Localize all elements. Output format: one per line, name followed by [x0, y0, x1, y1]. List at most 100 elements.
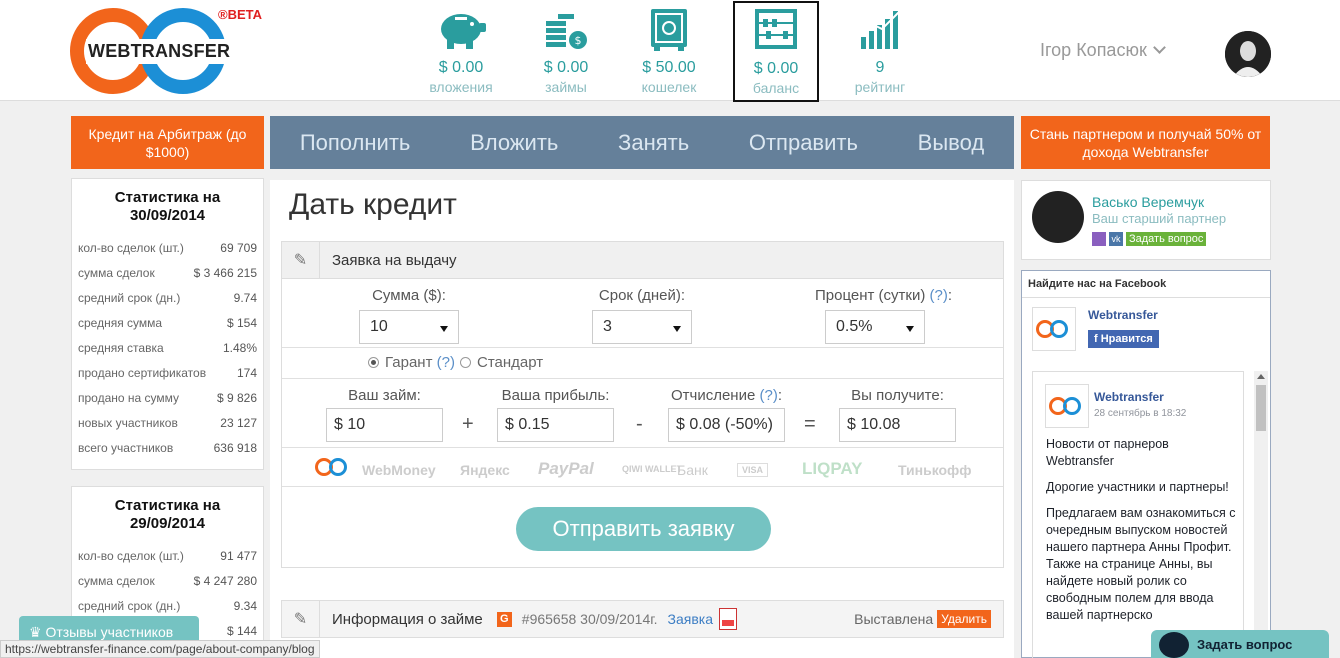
investments-value: $ 0.00 [438, 59, 484, 76]
guarant-help-link[interactable]: (?) [437, 354, 455, 371]
user-name: Ігор Копасюк [1040, 40, 1147, 60]
paypal-logo: PayPal [538, 459, 594, 478]
balance-label: баланс [752, 80, 800, 96]
avatar-photo [1225, 31, 1271, 77]
user-avatar[interactable] [1225, 31, 1271, 77]
scroll-up-arrow[interactable] [1257, 374, 1265, 379]
nav-send[interactable]: Отправить [749, 130, 858, 156]
safe-icon [651, 9, 687, 51]
fb-icon: f [1094, 333, 1101, 345]
receive-group: Вы получите: $ 10.08 [839, 387, 956, 442]
fb-post-author[interactable]: Webtransfer [1094, 390, 1164, 404]
wallet-label: кошелек [641, 79, 697, 95]
logo-text: WEBTRANSFER [86, 39, 233, 64]
main-content: Дать кредит ✎ Заявка на выдачу Сумма ($)… [270, 180, 1014, 658]
abacus-icon [755, 9, 797, 49]
ask-question-chat-button[interactable]: Задать вопрос [1151, 630, 1329, 658]
delete-button[interactable]: Удалить [937, 610, 991, 628]
crown-icon: ♛ [29, 624, 46, 640]
stats-row: всего участников 636 918 [78, 441, 257, 455]
stats-row: новых участников 23 127 [78, 416, 257, 430]
fb-like-button[interactable]: f Нравится [1088, 330, 1159, 348]
amount-select[interactable]: 10 [359, 310, 459, 344]
stat-rating[interactable]: 9 рейтинг [835, 5, 925, 95]
rate-group: Процент (сутки) (?): 0.5% [815, 287, 952, 344]
stat-loans[interactable]: $ $ 0.00 займы [521, 5, 611, 95]
stat-balance[interactable]: $ 0.00 баланс [733, 1, 819, 102]
nav-deposit[interactable]: Пополнить [300, 130, 411, 156]
arbitrage-credit-button[interactable]: Кредит на Арбитраж (до $1000) [71, 116, 264, 169]
fb-post-logo[interactable] [1045, 384, 1089, 428]
stats-row: сумма сделок $ 3 466 215 [78, 266, 257, 280]
panel-title: Заявка на выдачу [332, 251, 457, 269]
browser-status-url: https://webtransfer-finance.com/page/abo… [0, 640, 320, 658]
panel-header: ✎ Заявка на выдачу [282, 241, 1003, 279]
minus-sign: - [636, 413, 643, 435]
user-menu[interactable]: Ігор Копасюк [1040, 40, 1166, 61]
stats-panel-1: Статистика на 30/09/2014 кол-во сделок (… [71, 178, 264, 470]
liqpay-logo: LIQPAY [802, 459, 863, 478]
fb-post-date[interactable]: 28 сентябрь в 18:32 [1094, 408, 1186, 419]
fb-scrollbar[interactable] [1254, 371, 1268, 658]
term-select[interactable]: 3 [592, 310, 692, 344]
coins-icon: $ [546, 14, 587, 49]
arbitrage-credit-label: Кредит на Арбитраж (до $1000) [88, 126, 247, 160]
tinkoff-logo: Тинькофф [898, 462, 972, 478]
fee-help-link[interactable]: (?) [760, 387, 778, 404]
partner-name[interactable]: Васько Веремчук [1092, 194, 1204, 210]
profit-field[interactable]: $ 0.15 [497, 408, 614, 442]
webtransfer-logo[interactable]: WEBTRANSFER ®BETA [70, 6, 270, 96]
stats-row: средняя сумма $ 154 [78, 316, 257, 330]
fb-page-logo[interactable] [1032, 307, 1076, 351]
yandex-logo: Яндекс [460, 462, 510, 478]
balance-value: $ 0.00 [753, 60, 799, 77]
senior-partner-card: Васько Веремчук Ваш старший партнер vk З… [1021, 180, 1271, 260]
investments-label: вложения [429, 79, 493, 95]
partner-avatar[interactable] [1032, 191, 1084, 243]
nav-borrow[interactable]: Занять [618, 130, 689, 156]
stats-row: кол-во сделок (шт.) 69 709 [78, 241, 257, 255]
nav-withdraw[interactable]: Вывод [918, 130, 985, 156]
radio-standard[interactable]: Стандарт [460, 354, 543, 371]
bank-logo: Банк [677, 462, 708, 478]
receive-label: Вы получите: [851, 387, 944, 404]
mail-icon[interactable] [1092, 232, 1106, 246]
pdf-icon[interactable] [719, 608, 738, 630]
fee-group: Отчисление (?): $ 0.08 (-50%) [668, 387, 785, 442]
rate-help-link[interactable]: (?) [930, 287, 948, 304]
term-label: Срок (дней): [598, 287, 686, 304]
profit-label: Ваша прибыль: [501, 387, 610, 404]
fb-post: Webtransfer 28 сентябрь в 18:32 Новости … [1032, 371, 1244, 658]
scrollbar-thumb[interactable] [1256, 385, 1266, 431]
plus-sign: + [462, 413, 474, 435]
rate-select[interactable]: 0.5% [825, 310, 925, 344]
fee-field[interactable]: $ 0.08 (-50%) [668, 408, 785, 442]
webmoney-logo: WebMoney [362, 462, 436, 478]
qiwi-logo: QIWI WALLET [622, 464, 682, 474]
loan-amount-field[interactable]: $ 10 [326, 408, 443, 442]
loans-value: $ 0.00 [543, 59, 589, 76]
radio-button-checked [368, 357, 379, 368]
stat-investments[interactable]: $ 0.00 вложения [416, 5, 506, 95]
rate-label: Процент (сутки) [815, 287, 926, 304]
radio-guarant[interactable]: Гарант (?) [368, 354, 455, 371]
rating-label: рейтинг [854, 79, 906, 95]
rating-value: 9 [875, 59, 885, 76]
request-link[interactable]: Заявка [668, 611, 713, 627]
partner-promo-button[interactable]: Стань партнером и получай 50% от дохода … [1021, 116, 1270, 169]
submit-request-button[interactable]: Отправить заявку [516, 507, 771, 551]
loan-info-title: Информация о займе [332, 610, 483, 628]
beta-badge: ®BETA [218, 7, 263, 22]
pencil-icon: ✎ [282, 241, 320, 279]
fb-page-name[interactable]: Webtransfer [1088, 308, 1158, 322]
receive-field[interactable]: $ 10.08 [839, 408, 956, 442]
facebook-widget-header: Найдите нас на Facebook [1022, 271, 1270, 298]
vk-icon[interactable]: vk [1109, 232, 1123, 246]
stats-title: Статистика на 30/09/2014 [114, 189, 221, 224]
ask-question-button[interactable]: Задать вопрос [1126, 232, 1207, 246]
profit-group: Ваша прибыль: $ 0.15 [497, 387, 614, 442]
main-nav: Пополнить Вложить Занять Отправить Вывод [270, 116, 1014, 169]
stat-wallet[interactable]: $ 50.00 кошелек [624, 5, 714, 95]
loan-request-panel: ✎ Заявка на выдачу Сумма ($): 10 Срок (д… [281, 241, 1004, 568]
nav-invest[interactable]: Вложить [470, 130, 558, 156]
